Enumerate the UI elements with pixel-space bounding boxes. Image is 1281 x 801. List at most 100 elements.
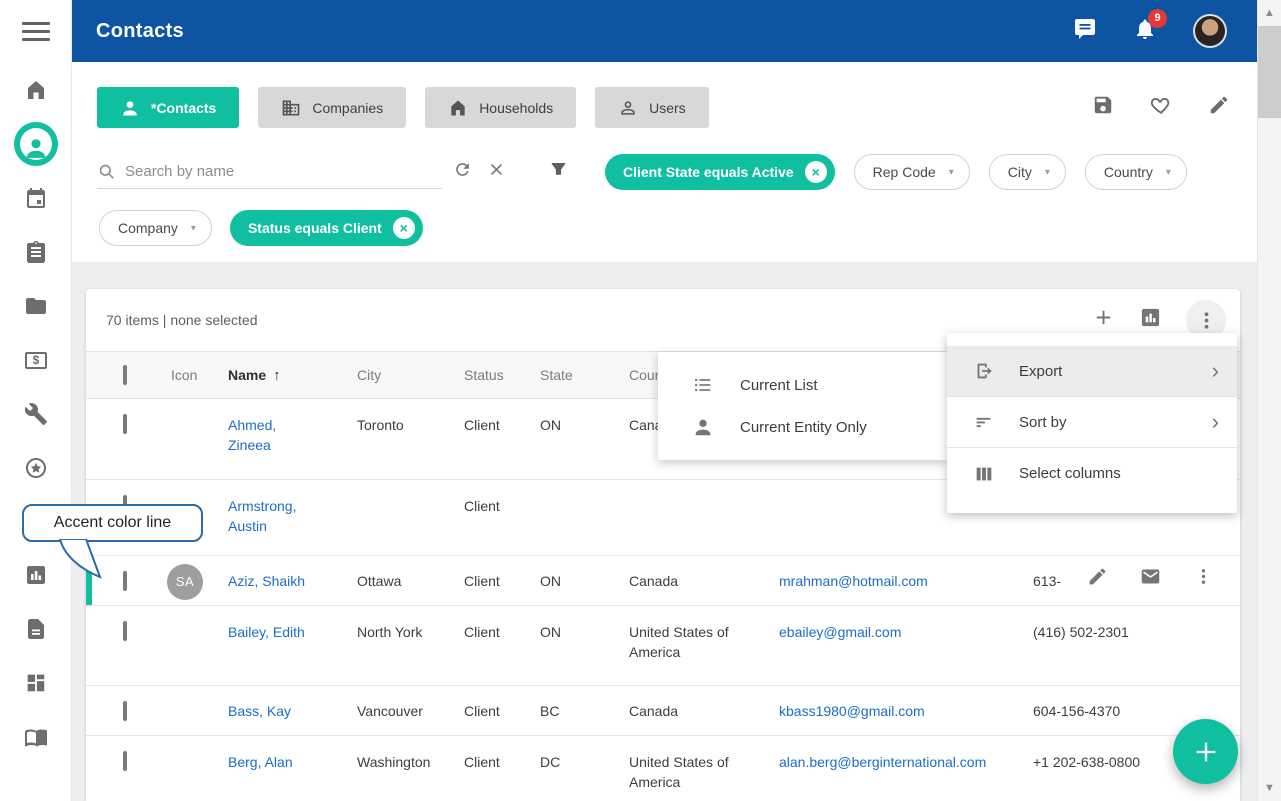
table-row-selected[interactable]: SA Aziz, Shaikh Ottawa Client ON Canada …: [86, 556, 1240, 606]
sidebar-item-tasks[interactable]: [0, 225, 72, 279]
table-row[interactable]: Berg, Alan Washington Client DC United S…: [86, 736, 1240, 801]
folder-icon: [24, 294, 48, 318]
column-status[interactable]: Status: [464, 367, 540, 383]
menu-item-export[interactable]: Export ›: [947, 346, 1237, 397]
tab-users[interactable]: Users: [595, 87, 709, 128]
menu-item-sort-by[interactable]: Sort by ›: [947, 397, 1237, 448]
contact-name-link[interactable]: Ahmed, Zineea: [228, 399, 357, 479]
column-icon: Icon: [148, 367, 228, 383]
chevron-right-icon: ›: [1212, 360, 1219, 382]
person-outline-icon: [618, 98, 638, 118]
favorite-button[interactable]: [1150, 94, 1172, 121]
column-city[interactable]: City: [357, 367, 464, 383]
cell-state: [540, 480, 629, 555]
contact-name-link[interactable]: Aziz, Shaikh: [228, 556, 357, 605]
sidebar-item-knowledge[interactable]: [0, 710, 72, 764]
sidebar-item-tools[interactable]: [0, 387, 72, 441]
chat-icon[interactable]: [1073, 17, 1097, 46]
menu-item-select-columns[interactable]: Select columns: [947, 448, 1237, 499]
contact-name-link[interactable]: Bass, Kay: [228, 686, 357, 735]
chip-client-state[interactable]: Client State equals Active ×: [605, 154, 835, 190]
notifications-bell-icon[interactable]: 9: [1133, 17, 1157, 46]
notification-badge: 9: [1148, 9, 1167, 28]
sidebar-item-home[interactable]: [0, 63, 72, 117]
search-input[interactable]: [125, 163, 442, 180]
envelope-icon: [1140, 566, 1161, 587]
row-checkbox[interactable]: [123, 571, 127, 591]
bar-chart-icon: [24, 563, 48, 587]
cell-country: Canada: [629, 686, 779, 735]
export-icon: [973, 360, 995, 382]
dropdown-company[interactable]: Company▾: [99, 210, 212, 246]
edit-button[interactable]: [1208, 94, 1230, 121]
table-row[interactable]: Bailey, Edith North York Client ON Unite…: [86, 606, 1240, 686]
add-contact-fab[interactable]: [1173, 719, 1238, 784]
scroll-up-arrow-icon[interactable]: ▲: [1258, 7, 1281, 19]
dropdown-rep-code[interactable]: Rep Code▾: [854, 154, 970, 190]
sidebar-item-files[interactable]: [0, 602, 72, 656]
sidebar-item-contacts-active[interactable]: [0, 117, 72, 171]
clear-search-icon[interactable]: [487, 160, 506, 184]
vertical-scrollbar[interactable]: ▲ ▼: [1257, 0, 1281, 801]
user-avatar[interactable]: [1193, 14, 1227, 48]
chip-status[interactable]: Status equals Client ×: [230, 210, 423, 246]
scrollbar-thumb[interactable]: [1258, 26, 1281, 118]
dropdown-city[interactable]: City▾: [989, 154, 1066, 190]
cell-email[interactable]: ebailey@gmail.com: [779, 606, 1033, 685]
sidebar-item-billing[interactable]: $: [0, 333, 72, 387]
chart-view-icon[interactable]: [1139, 306, 1162, 334]
cell-email[interactable]: alan.berg@berginternational.com: [779, 736, 1033, 801]
sidebar-item-dashboard[interactable]: [0, 656, 72, 710]
cell-city: North York: [357, 606, 464, 685]
edit-row-button[interactable]: [1087, 566, 1108, 590]
scroll-down-arrow-icon[interactable]: ▼: [1258, 782, 1281, 794]
refresh-icon[interactable]: [453, 160, 472, 184]
select-all-checkbox[interactable]: [123, 365, 127, 385]
clipboard-icon: [24, 240, 48, 264]
email-row-button[interactable]: [1140, 566, 1161, 590]
home-icon: [24, 78, 48, 102]
contact-name-link[interactable]: Bailey, Edith: [228, 606, 357, 685]
plus-icon: [1192, 738, 1220, 766]
cell-country: United States of America: [629, 606, 779, 685]
hamburger-menu-icon[interactable]: [22, 22, 50, 41]
pencil-icon: [1208, 94, 1230, 116]
dropdown-country[interactable]: Country▾: [1085, 154, 1187, 190]
building-icon: [281, 98, 301, 118]
sidebar-item-documents[interactable]: [0, 279, 72, 333]
row-checkbox[interactable]: [123, 414, 127, 434]
wrench-icon: [24, 402, 48, 426]
cell-city: Washington: [357, 736, 464, 801]
cell-email[interactable]: mrahman@hotmail.com: [779, 556, 1033, 605]
app-header: Contacts 9: [72, 0, 1257, 62]
cell-country: Canada: [629, 556, 779, 605]
add-icon[interactable]: [1092, 306, 1115, 334]
column-name[interactable]: Name↑: [228, 367, 357, 384]
filter-icon[interactable]: [548, 159, 569, 185]
row-checkbox[interactable]: [123, 751, 127, 771]
sidebar-item-favorites[interactable]: [0, 441, 72, 495]
row-more-options-button[interactable]: [1193, 566, 1214, 590]
row-checkbox[interactable]: [123, 621, 127, 641]
table-row[interactable]: Bass, Kay Vancouver Client BC Canada kba…: [86, 686, 1240, 736]
vertical-dots-icon: [1195, 309, 1218, 332]
tab-companies[interactable]: Companies: [258, 87, 406, 128]
contact-name-link[interactable]: Berg, Alan: [228, 736, 357, 801]
remove-chip-icon[interactable]: ×: [805, 161, 827, 183]
save-view-button[interactable]: [1092, 94, 1114, 121]
submenu-item-current-entity[interactable]: Current Entity Only: [658, 406, 947, 448]
tab-contacts[interactable]: *Contacts: [97, 87, 239, 128]
column-state[interactable]: State: [540, 367, 629, 383]
columns-icon: [973, 463, 995, 485]
tab-households[interactable]: Households: [425, 87, 576, 128]
cell-status: Client: [464, 556, 540, 605]
cell-city: Toronto: [357, 399, 464, 479]
sidebar-item-calendar[interactable]: [0, 171, 72, 225]
row-checkbox[interactable]: [123, 701, 127, 721]
cell-email[interactable]: kbass1980@gmail.com: [779, 686, 1033, 735]
book-icon: [24, 725, 48, 749]
cell-status: Client: [464, 399, 540, 479]
remove-chip-icon[interactable]: ×: [393, 217, 415, 239]
contact-name-link[interactable]: Armstrong, Austin: [228, 480, 357, 555]
submenu-item-current-list[interactable]: Current List: [658, 364, 947, 406]
